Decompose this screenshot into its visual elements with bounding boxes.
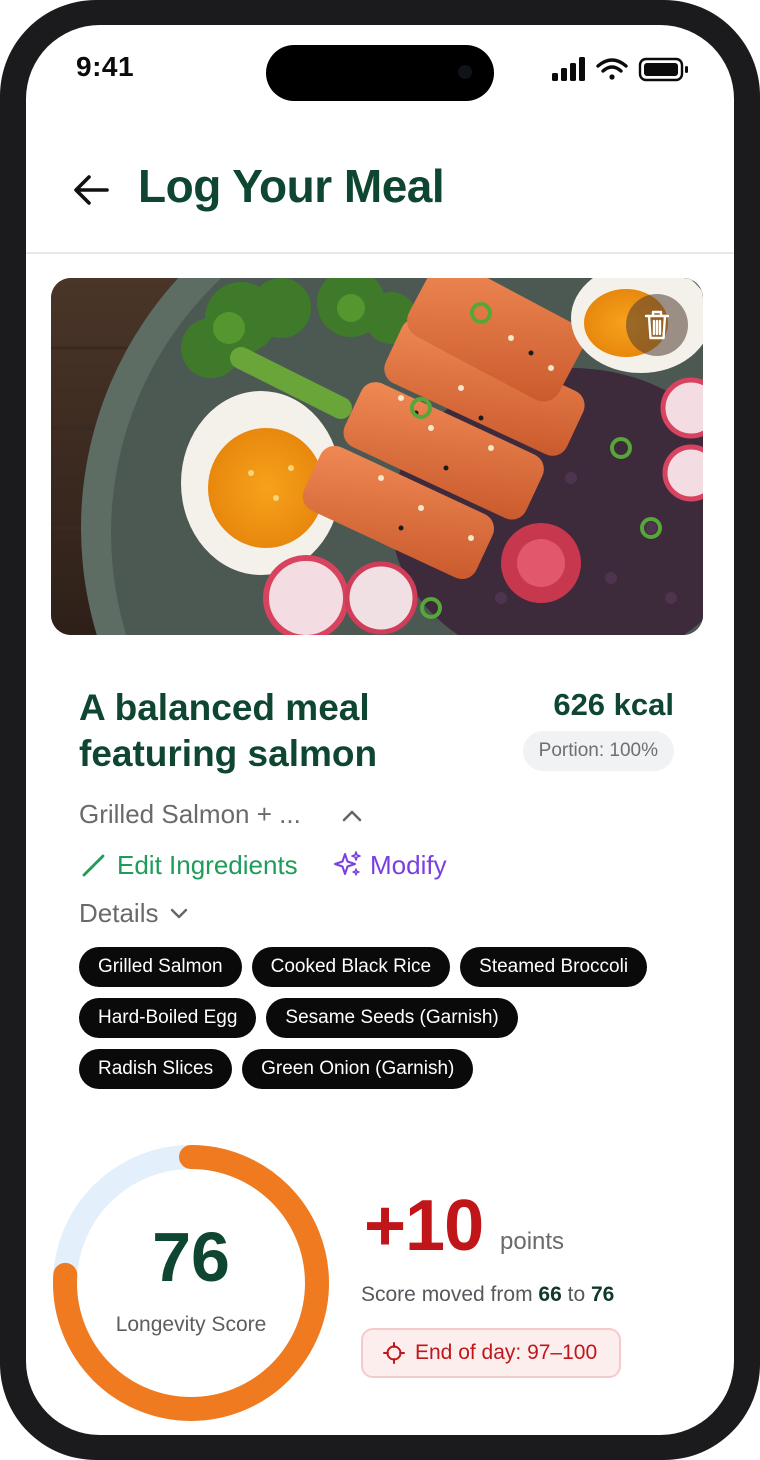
points-label: points: [500, 1228, 565, 1255]
score-moved-to-word: to: [567, 1283, 586, 1306]
end-of-day-label: End of day: 97–100: [415, 1341, 598, 1364]
collapse-ingredients-button[interactable]: [338, 805, 366, 827]
score-to: 76: [590, 1283, 615, 1306]
ingredient-chip[interactable]: Sesame Seeds (Garnish): [266, 998, 518, 1038]
battery-icon: [638, 57, 688, 82]
ingredient-chip[interactable]: Grilled Salmon: [79, 947, 242, 987]
pencil-icon: [82, 854, 105, 877]
header: Log Your Meal: [26, 135, 734, 253]
score-moved-prefix: Score moved from: [361, 1283, 533, 1306]
modify-button[interactable]: Modify: [332, 847, 447, 883]
header-divider: [26, 252, 734, 254]
ingredient-chip[interactable]: Hard-Boiled Egg: [79, 998, 257, 1038]
chip-row: Hard-Boiled Egg Sesame Seeds (Garnish): [79, 998, 699, 1038]
meal-photo-illustration: [51, 278, 703, 635]
ingredient-chip[interactable]: Green Onion (Garnish): [242, 1049, 474, 1089]
details-label: Details: [79, 897, 159, 928]
details-toggle[interactable]: Details: [79, 895, 192, 931]
edit-ingredients-label: Edit Ingredients: [117, 849, 298, 880]
chip-row: Radish Slices Green Onion (Garnish): [79, 1049, 699, 1089]
meal-title: A balanced meal featuring salmon: [79, 687, 378, 774]
points-delta: +10: [364, 1186, 484, 1266]
arrow-left-icon: [74, 175, 109, 205]
score-moved-text: Score moved from 66 to 76: [361, 1283, 614, 1307]
sparkles-icon: [334, 851, 361, 876]
end-of-day-badge: End of day: 97–100: [361, 1328, 622, 1378]
score-from: 66: [538, 1283, 562, 1306]
camera-icon: [458, 65, 472, 79]
status-icons: [552, 57, 688, 82]
delete-photo-button[interactable]: [626, 294, 688, 356]
calories-value: 626 kcal: [553, 687, 674, 722]
portion-badge[interactable]: Portion: 100%: [522, 731, 674, 771]
app-screen: 9:41 Log Your Meal A balanced meal featu…: [26, 25, 734, 1435]
chip-row: Grilled Salmon Cooked Black Rice Steamed…: [79, 947, 699, 987]
signal-icon: [552, 57, 585, 81]
wifi-icon: [596, 58, 628, 80]
modify-label: Modify: [370, 849, 447, 880]
ingredient-chips: Grilled Salmon Cooked Black Rice Steamed…: [79, 947, 699, 1100]
page-title: Log Your Meal: [138, 160, 445, 212]
target-icon: [383, 1342, 405, 1364]
chevron-up-icon: [342, 810, 362, 822]
dynamic-island: [266, 45, 494, 101]
chevron-down-icon: [171, 908, 188, 919]
ingredient-chip[interactable]: Steamed Broccoli: [460, 947, 648, 987]
longevity-score-value: 76: [152, 1218, 230, 1296]
meal-photo: [51, 278, 703, 635]
edit-ingredients-button[interactable]: Edit Ingredients: [79, 847, 298, 883]
ingredient-chip[interactable]: Cooked Black Rice: [251, 947, 451, 987]
ingredient-chip[interactable]: Radish Slices: [79, 1049, 233, 1089]
phone-frame: 9:41 Log Your Meal A balanced meal featu…: [0, 0, 760, 1460]
trash-icon: [644, 310, 670, 340]
status-time: 9:41: [76, 51, 135, 82]
back-button[interactable]: [66, 165, 116, 215]
longevity-score-label: Longevity Score: [115, 1313, 267, 1336]
ingredients-summary: Grilled Salmon + ...: [79, 799, 301, 829]
